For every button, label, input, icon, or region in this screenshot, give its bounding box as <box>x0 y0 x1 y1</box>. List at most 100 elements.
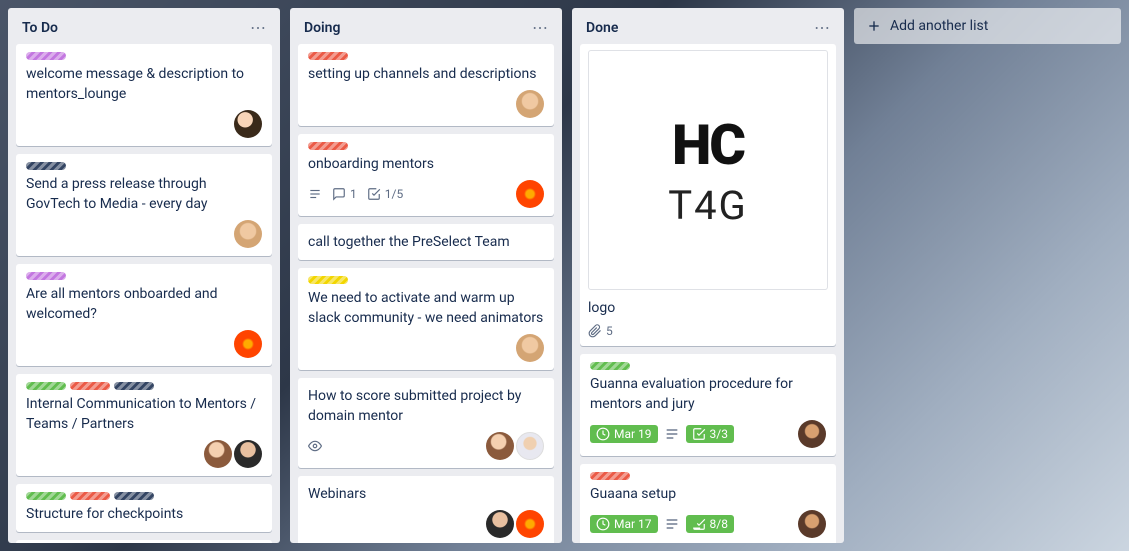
list-title[interactable]: To Do <box>22 20 58 36</box>
label-purple[interactable] <box>26 272 66 280</box>
card-badges: Mar 19 3/3 <box>590 425 734 443</box>
cover-text-t4g: T4G <box>668 182 748 229</box>
avatar[interactable] <box>516 510 544 538</box>
label-navy[interactable] <box>114 382 154 390</box>
avatar[interactable] <box>798 420 826 448</box>
checklist-badge: 1/5 <box>367 187 403 201</box>
card-badges: 5 <box>588 324 613 338</box>
card-badges <box>308 439 322 453</box>
watch-icon <box>308 439 322 453</box>
list-header: To Do ⋯ <box>8 8 280 44</box>
checklist-complete-badge: 8/8 <box>686 515 734 533</box>
avatar[interactable] <box>486 510 514 538</box>
card-labels <box>26 272 262 280</box>
label-yellow[interactable] <box>308 276 348 284</box>
list-header: Done ⋯ <box>572 8 844 44</box>
card-members <box>234 330 262 358</box>
card[interactable]: Guaana setup Mar 17 8/8 <box>580 464 836 543</box>
card[interactable]: call together the PreSelect Team <box>298 224 554 260</box>
avatar[interactable] <box>234 330 262 358</box>
label-navy[interactable] <box>26 162 66 170</box>
card-badges: Mar 17 8/8 <box>590 515 734 533</box>
label-red[interactable] <box>590 472 630 480</box>
card-members <box>486 510 544 538</box>
list-menu-button[interactable]: ⋯ <box>246 16 270 40</box>
card[interactable]: Send a press release through GovTech to … <box>16 154 272 256</box>
description-icon <box>664 516 680 532</box>
card-cover-image: HC T4G <box>588 50 828 290</box>
list-cards: setting up channels and descriptions onb… <box>290 44 562 543</box>
avatar[interactable] <box>204 440 232 468</box>
add-list-label: Add another list <box>890 18 988 34</box>
list-todo: To Do ⋯ welcome message & description to… <box>8 8 280 543</box>
card-badges: 1 1/5 <box>308 187 403 201</box>
card[interactable]: Structure for checkpoints <box>16 484 272 532</box>
avatar[interactable] <box>234 440 262 468</box>
avatar[interactable] <box>516 90 544 118</box>
list-doing: Doing ⋯ setting up channels and descript… <box>290 8 562 543</box>
card[interactable]: Internal Communication to Mentors / Team… <box>16 374 272 476</box>
list-done: Done ⋯ HC T4G logo 5 Guanna evaluation p… <box>572 8 844 543</box>
card[interactable]: HC T4G logo 5 <box>580 44 836 346</box>
card-title: setting up channels and descriptions <box>308 64 544 84</box>
avatar[interactable] <box>516 180 544 208</box>
card[interactable]: setting up channels and descriptions <box>298 44 554 126</box>
avatar[interactable] <box>234 220 262 248</box>
attachment-badge: 5 <box>588 324 613 338</box>
label-navy[interactable] <box>114 492 154 500</box>
card-title: welcome message & description to mentors… <box>26 64 262 104</box>
label-green[interactable] <box>26 492 66 500</box>
card[interactable]: How to score submitted project by domain… <box>298 378 554 468</box>
description-icon <box>664 426 680 442</box>
card-labels <box>26 492 262 500</box>
card[interactable]: We need to activate and warm up slack co… <box>298 268 554 370</box>
list-menu-button[interactable]: ⋯ <box>528 16 552 40</box>
list-title[interactable]: Done <box>586 20 618 36</box>
label-red[interactable] <box>70 492 110 500</box>
add-list-button[interactable]: Add another list <box>854 8 1121 44</box>
label-purple[interactable] <box>26 52 66 60</box>
card-members <box>486 432 544 460</box>
card-title: Internal Communication to Mentors / Team… <box>26 394 262 434</box>
avatar[interactable] <box>516 432 544 460</box>
due-date-badge: Mar 19 <box>590 425 658 443</box>
card[interactable]: onboarding mentors 1 1/5 <box>298 134 554 216</box>
card-title: Guanna evaluation procedure for mentors … <box>590 374 826 414</box>
card-title: onboarding mentors <box>308 154 544 174</box>
card-labels <box>26 382 262 390</box>
label-green[interactable] <box>590 362 630 370</box>
card-labels <box>26 162 262 170</box>
avatar[interactable] <box>234 110 262 138</box>
card[interactable]: community instrukcja obsługi co i jak <box>16 540 272 543</box>
card-title: Webinars <box>308 484 544 504</box>
card-members <box>798 510 826 538</box>
card[interactable]: Guanna evaluation procedure for mentors … <box>580 354 836 456</box>
card-title: Guaana setup <box>590 484 826 504</box>
list-menu-button[interactable]: ⋯ <box>810 16 834 40</box>
card-labels <box>308 276 544 284</box>
label-red[interactable] <box>308 142 348 150</box>
list-cards: HC T4G logo 5 Guanna evaluation procedur… <box>572 44 844 543</box>
label-red[interactable] <box>308 52 348 60</box>
card-labels <box>308 142 544 150</box>
card-labels <box>26 52 262 60</box>
card-title: logo <box>588 298 828 318</box>
card[interactable]: welcome message & description to mentors… <box>16 44 272 146</box>
avatar[interactable] <box>798 510 826 538</box>
card-members <box>516 180 544 208</box>
card-members <box>516 90 544 118</box>
due-date-badge: Mar 17 <box>590 515 658 533</box>
avatar[interactable] <box>486 432 514 460</box>
card[interactable]: Webinars <box>298 476 554 543</box>
card-labels <box>590 362 826 370</box>
card-members <box>516 334 544 362</box>
list-title[interactable]: Doing <box>304 20 340 36</box>
avatar[interactable] <box>516 334 544 362</box>
cover-text-hc: HC <box>672 112 744 178</box>
label-red[interactable] <box>70 382 110 390</box>
board: To Do ⋯ welcome message & description to… <box>0 0 1129 551</box>
card-title: call together the PreSelect Team <box>308 232 544 252</box>
label-green[interactable] <box>26 382 66 390</box>
card[interactable]: Are all mentors onboarded and welcomed? <box>16 264 272 366</box>
card-title: Send a press release through GovTech to … <box>26 174 262 214</box>
